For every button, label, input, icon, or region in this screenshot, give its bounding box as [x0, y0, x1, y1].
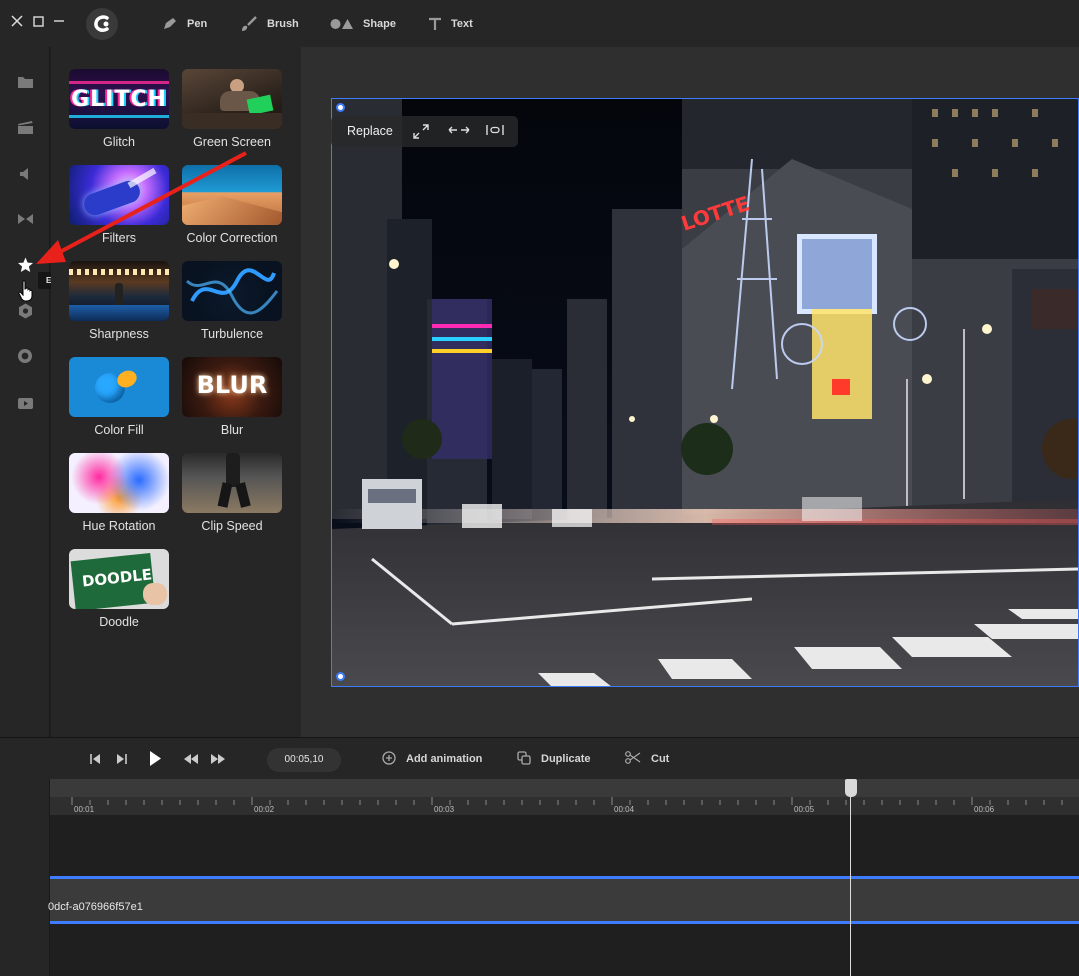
fast-forward-icon[interactable] — [210, 752, 226, 766]
clip-label: 0dcf-a076966f57e1 — [48, 901, 143, 913]
skip-to-start-icon[interactable] — [89, 752, 103, 766]
video-clip[interactable]: 0dcf-a076966f57e1 — [48, 876, 1079, 924]
add-animation-label: Add animation — [406, 753, 483, 765]
add-circle-icon — [382, 750, 396, 768]
playhead-handle[interactable] — [845, 779, 857, 797]
add-animation-button[interactable]: Add animation — [382, 750, 483, 768]
duplicate-button[interactable]: Duplicate — [517, 750, 591, 768]
tick-label: 00:05 — [794, 805, 815, 814]
cut-label: Cut — [651, 753, 670, 765]
playhead[interactable] — [850, 779, 851, 976]
play-button[interactable] — [148, 750, 164, 768]
timeline-scrub-bar[interactable] — [50, 779, 1079, 797]
duplicate-label: Duplicate — [541, 753, 591, 765]
scissors-icon — [625, 751, 641, 767]
step-forward-icon[interactable] — [116, 752, 130, 766]
tick-label: 00:02 — [254, 805, 275, 814]
duplicate-icon — [517, 750, 531, 768]
timeline-ruler[interactable]: 00:01 00:02 00:03 00:04 00:05 00:06 — [50, 779, 1079, 815]
timeline-tracks: 0dcf-a076966f57e1 — [48, 815, 1079, 976]
cut-button[interactable]: Cut — [625, 751, 669, 767]
tick-label: 00:04 — [614, 805, 635, 814]
ruler-ticks — [71, 797, 1063, 805]
tick-label: 00:06 — [974, 805, 995, 814]
tick-label: 00:03 — [434, 805, 455, 814]
rewind-icon[interactable] — [183, 752, 199, 766]
tick-label: 00:01 — [74, 805, 95, 814]
timeline-toolbar: 00:05,10 Add animation Duplicate Cut — [0, 737, 1079, 779]
timecode-display[interactable]: 00:05,10 — [267, 748, 341, 772]
